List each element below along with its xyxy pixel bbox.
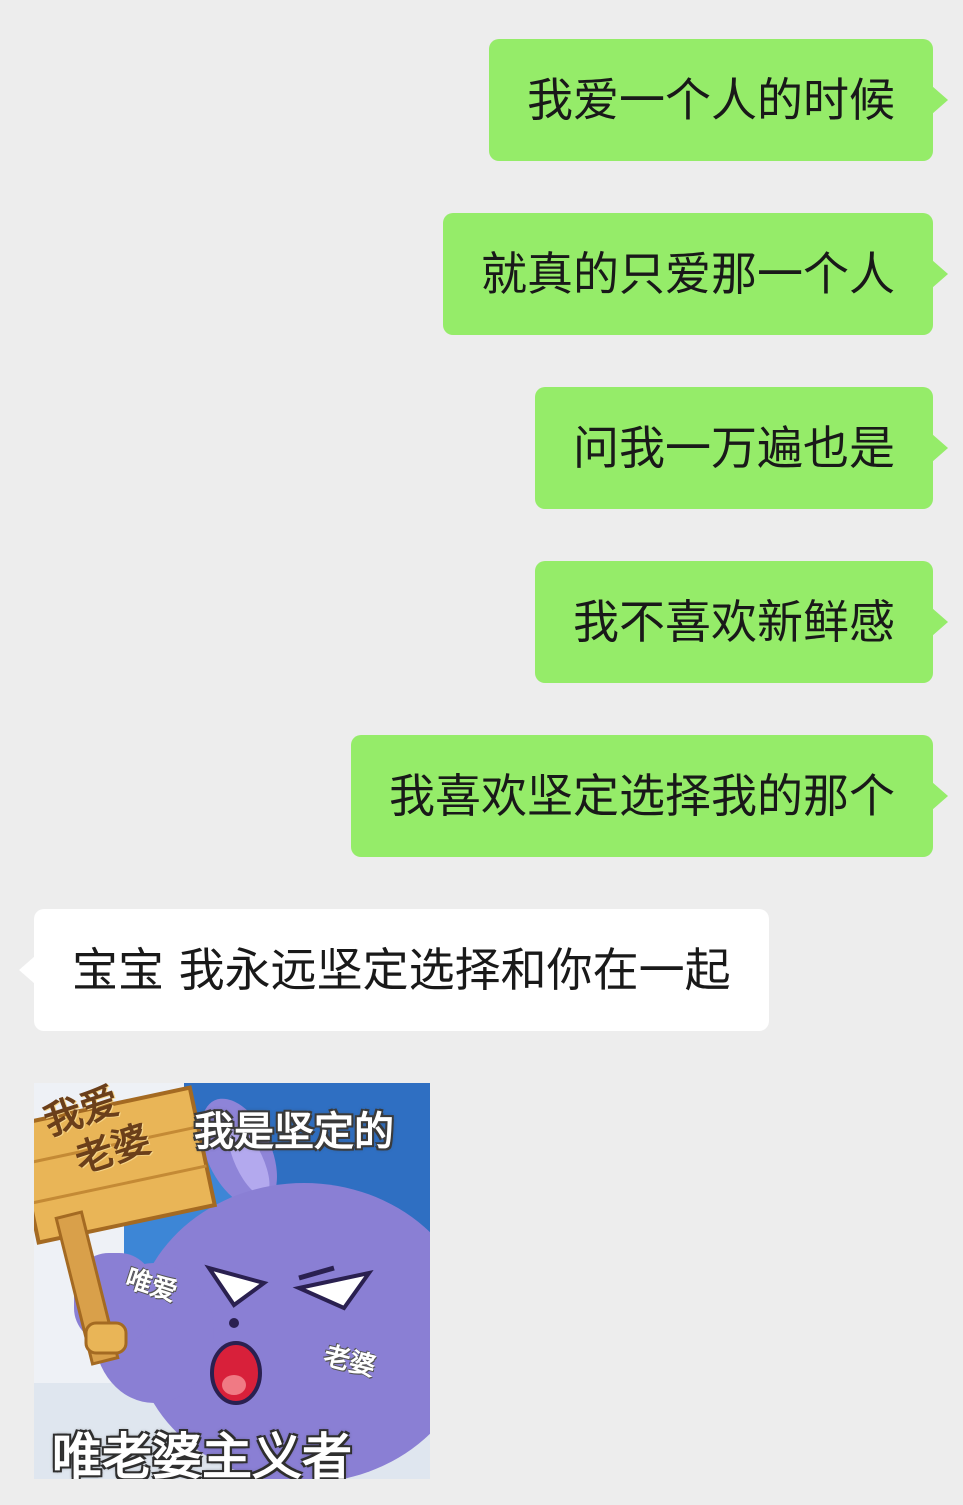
sticker-image[interactable]: 我爱 老婆 我是坚定的 唯爱 老婆 唯老婆主义者 [34,1083,430,1479]
message-text: 就真的只爱那一个人 [481,247,895,301]
message-text: 我不喜欢新鲜感 [573,595,895,649]
message-bubble-sent[interactable]: 我不喜欢新鲜感 [535,561,948,683]
message-bubble-received[interactable]: 宝宝 我永远坚定选择和你在一起 [19,909,769,1031]
message-bubble-sent[interactable]: 我喜欢坚定选择我的那个 [351,735,948,857]
message-bubble-sent[interactable]: 我爱一个人的时候 [489,39,948,161]
sticker-caption-top: 我是坚定的 [194,1109,394,1155]
chat-window: 我爱一个人的时候 就真的只爱那一个人 问我一万遍也是 我不喜欢新鲜感 我喜欢坚定… [0,0,963,1505]
message-text: 我爱一个人的时候 [527,73,895,127]
message-bubble-sent[interactable]: 问我一万遍也是 [535,387,948,509]
message-text: 宝宝 我永远坚定选择和你在一起 [72,943,731,997]
message-text: 我喜欢坚定选择我的那个 [389,769,895,823]
message-text: 问我一万遍也是 [573,421,895,475]
message-bubble-sent[interactable]: 就真的只爱那一个人 [443,213,948,335]
sticker-caption-bottom: 唯老婆主义者 [52,1428,352,1479]
